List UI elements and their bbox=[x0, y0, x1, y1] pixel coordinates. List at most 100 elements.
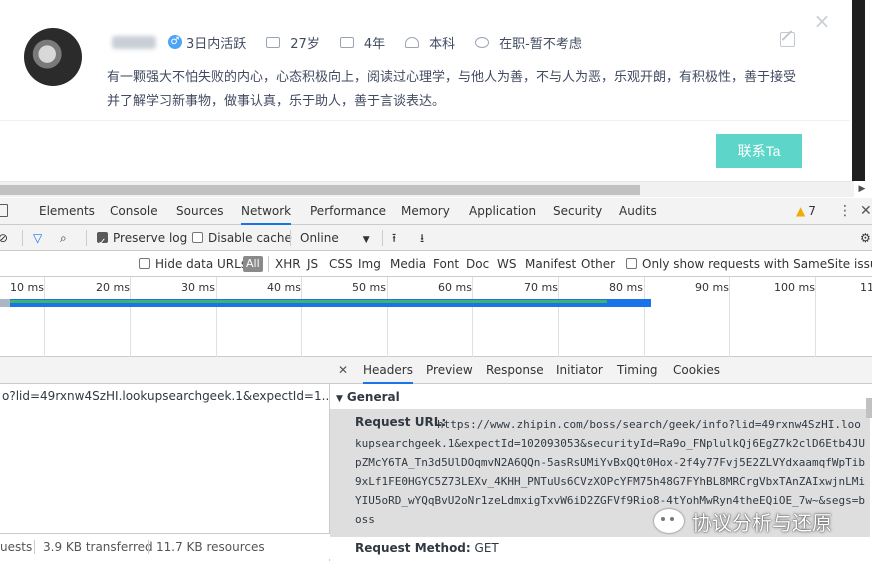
tab-headers[interactable]: Headers bbox=[363, 357, 413, 384]
graduation-cap-icon bbox=[405, 36, 420, 48]
timeline-tick-label: 70 ms bbox=[524, 281, 558, 294]
toolbar-divider bbox=[86, 230, 87, 246]
tab-timing[interactable]: Timing bbox=[617, 357, 658, 384]
status-divider bbox=[148, 540, 149, 554]
scroll-right-arrow-icon[interactable]: ▶ bbox=[856, 183, 868, 195]
timeline-tick-label: 30 ms bbox=[181, 281, 215, 294]
triangle-down-icon: ▼ bbox=[336, 394, 343, 404]
search-icon[interactable]: ⌕ bbox=[60, 225, 67, 251]
filter-other[interactable]: Other bbox=[581, 251, 615, 277]
timeline-tick bbox=[130, 277, 131, 357]
disable-cache-checkbox[interactable]: Disable cache bbox=[192, 225, 292, 251]
request-method-label: Request Method: bbox=[355, 541, 471, 555]
filter-js[interactable]: JS bbox=[307, 251, 318, 277]
dock-side-icon[interactable] bbox=[0, 204, 8, 217]
tab-elements[interactable]: Elements bbox=[39, 198, 95, 225]
filter-input[interactable] bbox=[0, 254, 127, 274]
filter-manifest[interactable]: Manifest bbox=[525, 251, 576, 277]
samesite-checkbox[interactable]: Only show requests with SameSite issues bbox=[626, 251, 872, 277]
disable-cache-label: Disable cache bbox=[208, 231, 292, 245]
warning-count: 7 bbox=[808, 204, 816, 218]
filter-bar: Hide data URLs All XHR JS CSS Img Media … bbox=[0, 251, 872, 277]
screen: ♂ 3日内活跃 27岁 4年 本科 在职-暂不考虑 有一颗强大不怕失败的内心，心… bbox=[0, 0, 872, 561]
request-method-row: Request Method: GET bbox=[355, 541, 499, 555]
network-overview-timeline[interactable]: 10 ms 20 ms 30 ms 40 ms 50 ms 60 ms 70 m… bbox=[0, 277, 872, 357]
filter-doc[interactable]: Doc bbox=[466, 251, 489, 277]
timeline-tick-label: 50 ms bbox=[352, 281, 386, 294]
tab-application[interactable]: Application bbox=[469, 198, 536, 225]
wechat-logo-icon bbox=[654, 509, 684, 533]
person-icon bbox=[475, 36, 490, 48]
timeline-tick bbox=[387, 277, 388, 357]
request-url-label: Request URL: bbox=[355, 415, 447, 429]
page-vertical-scrollbar[interactable] bbox=[852, 0, 865, 181]
dropdown-arrow-icon: ▼ bbox=[362, 235, 370, 245]
tab-initiator[interactable]: Initiator bbox=[556, 357, 603, 384]
tab-console[interactable]: Console bbox=[110, 198, 158, 225]
tab-performance[interactable]: Performance bbox=[310, 198, 386, 225]
filter-xhr[interactable]: XHR bbox=[275, 251, 301, 277]
throttling-value: Online bbox=[300, 231, 339, 245]
candidate-avatar[interactable] bbox=[24, 28, 82, 86]
preserve-log-checkbox[interactable]: Preserve log bbox=[97, 225, 187, 256]
timeline-tick bbox=[472, 277, 473, 357]
more-options-icon[interactable]: ⋮ bbox=[838, 198, 852, 225]
timeline-tick-label: 100 ms bbox=[774, 281, 815, 294]
timeline-tick bbox=[44, 277, 45, 357]
general-section-header[interactable]: ▼ General bbox=[336, 390, 400, 404]
tab-audits[interactable]: Audits bbox=[619, 198, 657, 225]
timeline-tick bbox=[815, 277, 816, 357]
hide-data-urls-checkbox[interactable]: Hide data URLs bbox=[139, 251, 247, 277]
filter-icon[interactable]: ▽ bbox=[33, 225, 42, 251]
contact-button[interactable]: 联系Ta bbox=[716, 134, 802, 168]
page-horizontal-scrollbar[interactable] bbox=[0, 181, 854, 197]
network-status-bar: uests 3.9 KB transferred 11.7 KB resourc… bbox=[0, 533, 330, 559]
close-icon[interactable]: × bbox=[813, 11, 831, 31]
request-count: uests bbox=[0, 540, 33, 554]
import-har-icon[interactable]: ⭱ bbox=[392, 225, 396, 251]
horizontal-scroll-thumb[interactable] bbox=[0, 185, 640, 195]
tab-sources[interactable]: Sources bbox=[176, 198, 223, 225]
timeline-tick-label: 80 ms bbox=[609, 281, 643, 294]
calendar-icon bbox=[266, 36, 281, 48]
clear-icon[interactable]: ⊘ bbox=[0, 225, 8, 251]
tab-response[interactable]: Response bbox=[486, 357, 544, 384]
candidate-info-row: ♂ 3日内活跃 27岁 4年 本科 在职-暂不考虑 bbox=[112, 32, 582, 52]
resources-size: 11.7 KB resources bbox=[156, 540, 265, 554]
devtools-tabbar: Elements Console Sources Network Perform… bbox=[0, 198, 872, 225]
tab-preview[interactable]: Preview bbox=[426, 357, 473, 384]
warning-counter[interactable]: ▲ 7 bbox=[796, 198, 816, 225]
timeline-tick bbox=[216, 277, 217, 357]
detail-scroll-thumb[interactable] bbox=[866, 398, 872, 418]
filter-img[interactable]: Img bbox=[358, 251, 381, 277]
candidate-card[interactable]: ♂ 3日内活跃 27岁 4年 本科 在职-暂不考虑 有一颗强大不怕失败的内心，心… bbox=[0, 0, 850, 120]
timeline-tick-label: 11 bbox=[860, 281, 872, 294]
request-method-value: GET bbox=[474, 541, 499, 555]
checkbox-icon bbox=[192, 232, 203, 243]
general-label: General bbox=[346, 390, 400, 404]
throttling-select[interactable]: Online ▼ bbox=[300, 225, 370, 251]
request-waiting-bar bbox=[0, 300, 607, 303]
tab-memory[interactable]: Memory bbox=[401, 198, 450, 225]
export-har-icon[interactable]: ⭳ bbox=[420, 225, 424, 251]
filter-font[interactable]: Font bbox=[433, 251, 459, 277]
filter-ws[interactable]: WS bbox=[497, 251, 516, 277]
tab-cookies[interactable]: Cookies bbox=[673, 357, 720, 384]
timeline-tick-label: 90 ms bbox=[695, 281, 729, 294]
filter-all-button[interactable]: All bbox=[243, 256, 263, 272]
candidate-description: 有一颗强大不怕失败的内心，心态积极向上，阅读过心理学，与他人为善，不与人为恶，乐… bbox=[107, 70, 797, 109]
close-detail-icon[interactable]: ✕ bbox=[338, 357, 348, 384]
close-devtools-icon[interactable]: ✕ bbox=[860, 198, 872, 225]
settings-gear-icon[interactable]: ⚙ bbox=[860, 225, 871, 251]
filter-css[interactable]: CSS bbox=[329, 251, 353, 277]
request-row[interactable]: o?lid=49rxnw4SzHI.lookupsearchgeek.1&exp… bbox=[0, 385, 329, 407]
external-link-icon[interactable] bbox=[780, 32, 795, 47]
checkbox-icon bbox=[139, 258, 150, 269]
filter-media[interactable]: Media bbox=[390, 251, 426, 277]
network-toolbar: ⊘ ▽ ⌕ Preserve log Disable cache Online ▼… bbox=[0, 225, 872, 256]
checkbox-checked-icon bbox=[97, 230, 108, 256]
webpage-viewport: ♂ 3日内活跃 27岁 4年 本科 在职-暂不考虑 有一颗强大不怕失败的内心，心… bbox=[0, 0, 850, 183]
tab-network[interactable]: Network bbox=[241, 198, 292, 225]
tab-security[interactable]: Security bbox=[553, 198, 602, 225]
timeline-tick bbox=[558, 277, 559, 357]
